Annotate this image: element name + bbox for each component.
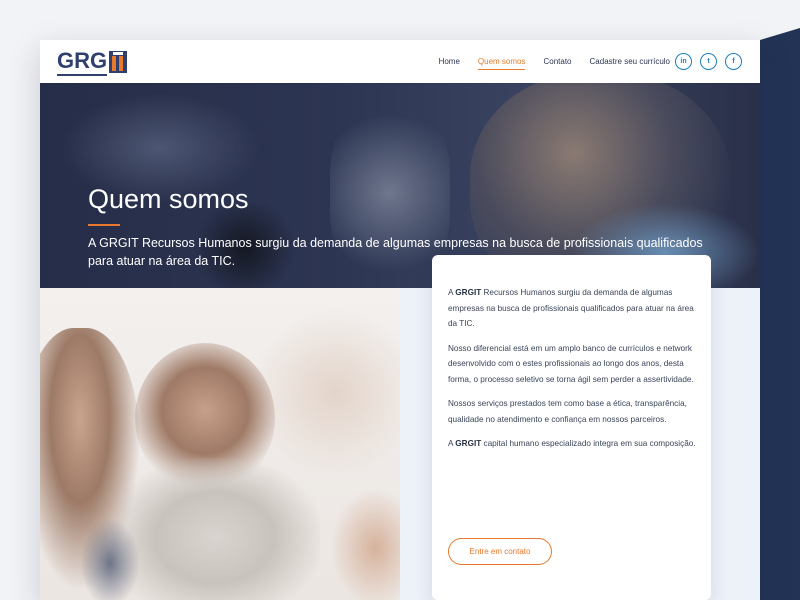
social-links: in t f	[667, 53, 742, 70]
contact-button[interactable]: Entre em contato	[448, 538, 552, 565]
nav-item-home[interactable]: Home	[439, 57, 460, 66]
about-paragraph-1: A GRGIT Recursos Humanos surgiu da deman…	[448, 288, 694, 328]
about-paragraph-2: Nosso diferencial está em um amplo banco…	[448, 343, 694, 384]
about-paragraph-3: Nossos serviços prestados tem como base …	[448, 399, 687, 424]
twitter-icon[interactable]: t	[700, 53, 717, 70]
nav-item-quem-somos[interactable]: Quem somos	[477, 57, 525, 70]
team-photo	[40, 288, 400, 600]
title-underline	[88, 224, 120, 226]
nav-item-cadastre[interactable]: Cadastre seu currículo	[590, 57, 670, 66]
main-nav: Home Quem somos Contato Cadastre seu cur…	[421, 40, 670, 83]
site-header: GRG Home Quem somos Contato Cadastre seu…	[40, 40, 760, 83]
about-card: A GRGIT Recursos Humanos surgiu da deman…	[432, 255, 711, 600]
facebook-icon[interactable]: f	[725, 53, 742, 70]
linkedin-icon[interactable]: in	[675, 53, 692, 70]
nav-item-contato[interactable]: Contato	[543, 57, 571, 66]
page-title: Quem somos	[88, 184, 249, 214]
logo-text: GRG	[57, 48, 108, 76]
website-page: GRG Home Quem somos Contato Cadastre seu…	[40, 40, 760, 600]
about-paragraph-4: A GRGIT capital humano especializado int…	[448, 439, 696, 448]
logo-mark-icon	[109, 51, 128, 73]
grgit-logo[interactable]: GRG	[57, 48, 131, 76]
